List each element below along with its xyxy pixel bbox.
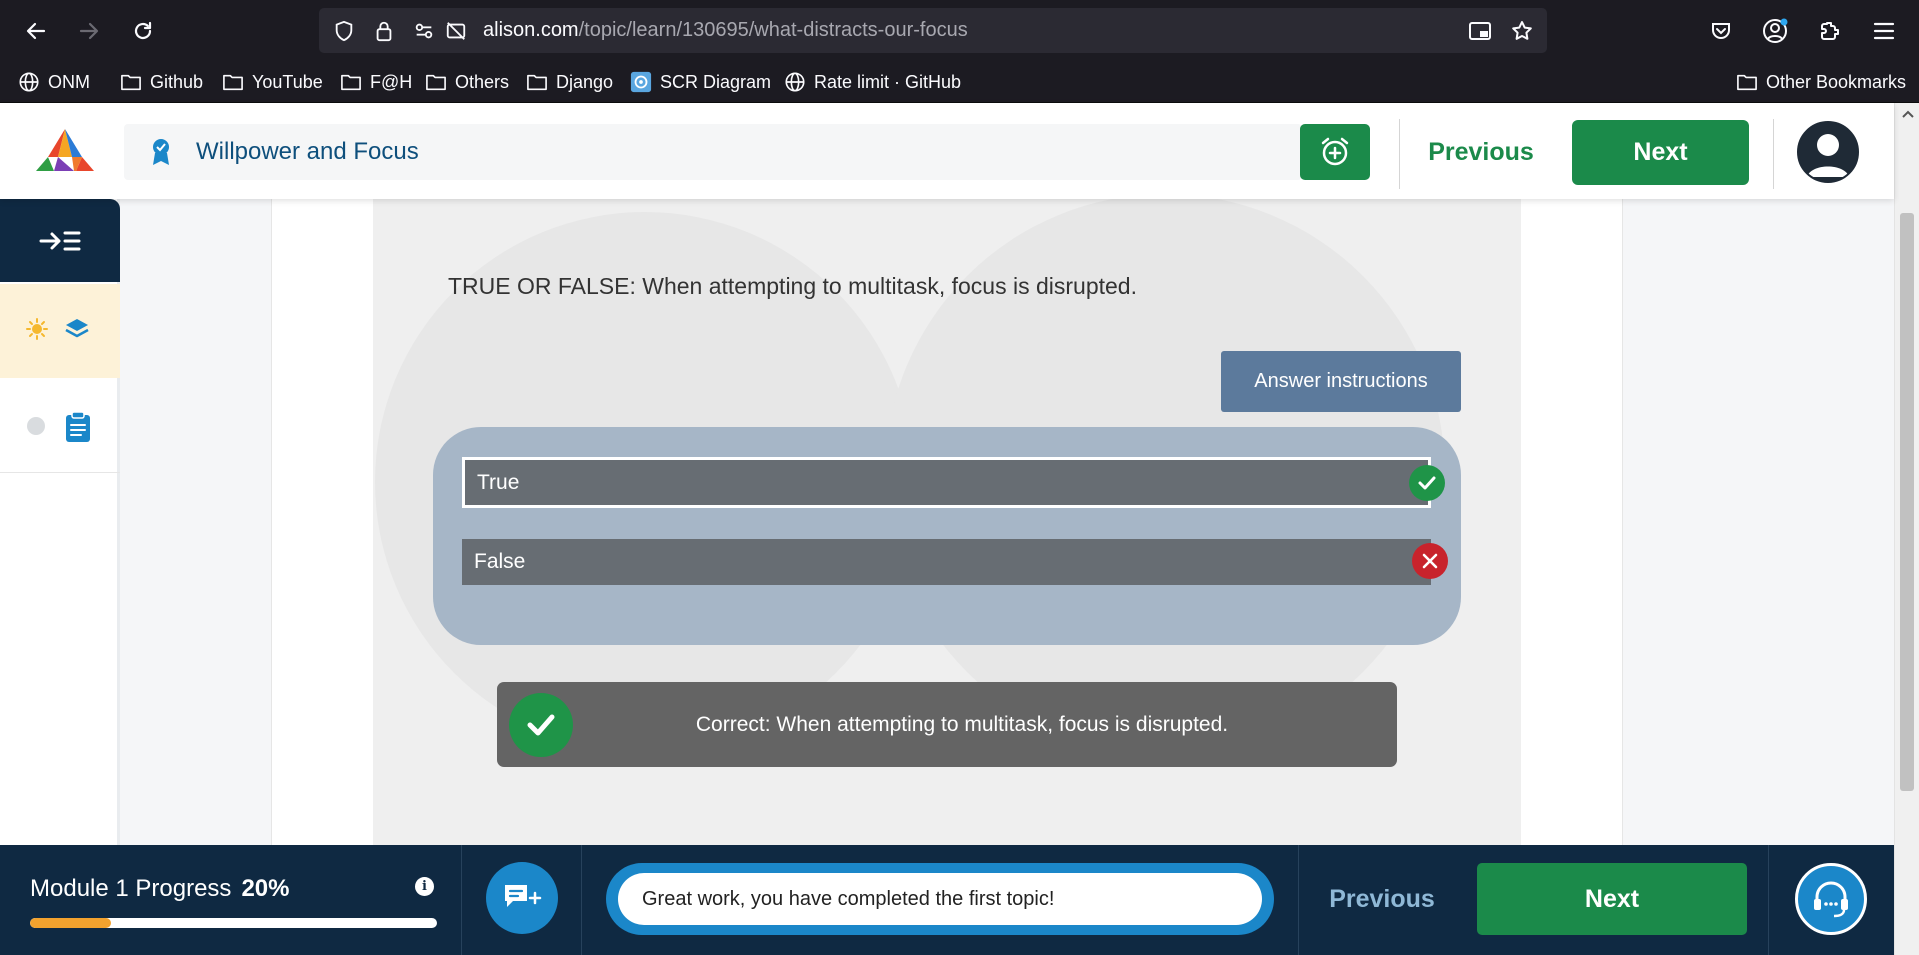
lesson-sidebar (0, 199, 120, 845)
lock-icon[interactable] (371, 18, 397, 44)
picture-in-picture-icon[interactable] (1467, 18, 1493, 44)
correct-check-icon (1409, 465, 1445, 501)
header-divider (1399, 119, 1400, 189)
other-bookmarks-label: Other Bookmarks (1766, 71, 1907, 92)
user-avatar[interactable] (1797, 121, 1859, 183)
bookmark-label: SCR Diagram (660, 71, 772, 92)
bookmark-github[interactable]: Github (120, 62, 203, 102)
completion-message-pill: Great work, you have completed the first… (606, 863, 1274, 935)
folder-icon (1737, 74, 1757, 91)
bookmark-label: F@H (370, 71, 413, 92)
clipboard-icon (66, 411, 90, 442)
bookmark-rate-limit[interactable]: Rate limit · GitHub (784, 62, 961, 102)
bookmark-onm[interactable]: ONM (18, 62, 90, 102)
question-text: TRUE OR FALSE: When attempting to multit… (448, 273, 1137, 299)
add-note-icon (505, 885, 542, 907)
module-progress-bar (30, 918, 437, 928)
expand-menu-icon (39, 231, 81, 250)
incorrect-x-icon (1412, 543, 1448, 579)
bookmark-label: Django (556, 71, 614, 92)
bookmark-label: YouTube (252, 71, 323, 92)
footer-divider (1768, 845, 1769, 955)
forward-arrow-icon[interactable] (72, 14, 106, 48)
previous-button[interactable]: Previous (1416, 121, 1546, 183)
course-title-bar: Willpower and Focus (124, 124, 1302, 180)
certificate-ribbon-icon (150, 137, 172, 172)
bookmark-label: Rate limit · GitHub (814, 71, 962, 92)
module-progress-fill (30, 918, 112, 928)
folder-icon (527, 74, 547, 91)
address-bar[interactable]: alison.com/topic/learn/130695/what-distr… (319, 8, 1547, 53)
footer-previous-button[interactable]: Previous (1310, 868, 1454, 930)
completion-message: Great work, you have completed the first… (618, 873, 1262, 925)
url-text[interactable]: alison.com/topic/learn/130695/what-distr… (483, 8, 968, 53)
module-progress-label: Module 1 Progress 20% (30, 875, 289, 903)
alarm-clock-icon (1321, 137, 1349, 166)
footer-next-button[interactable]: Next (1477, 863, 1747, 935)
account-icon[interactable] (1758, 14, 1792, 48)
course-title: Willpower and Focus (196, 138, 419, 165)
add-note-button[interactable] (486, 862, 558, 934)
sidebar-item-assessment[interactable] (0, 378, 120, 473)
bookmark-scr-diagram[interactable]: SCR Diagram (630, 62, 771, 102)
sidebar-toggle-button[interactable] (0, 199, 120, 282)
info-icon[interactable]: i (415, 877, 434, 896)
footer-divider (1298, 845, 1299, 955)
answer-option-label: True (477, 471, 520, 494)
bookmark-fah[interactable]: F@H (340, 62, 412, 102)
tracking-shield-icon[interactable] (331, 18, 357, 44)
progress-percent: 20% (241, 875, 290, 902)
feedback-text: Correct: When attempting to multitask, f… (695, 713, 1229, 736)
diagram-favicon-icon (630, 71, 652, 93)
footer-divider (461, 845, 462, 955)
bookmark-label: Others (455, 71, 510, 92)
scroll-up-arrow-icon[interactable] (1895, 109, 1919, 125)
folder-icon (121, 74, 141, 91)
folder-icon (426, 74, 446, 91)
header-divider (1773, 119, 1774, 189)
answer-instructions-button[interactable]: Answer instructions (1221, 351, 1461, 412)
reload-icon[interactable] (126, 14, 160, 48)
folder-icon (223, 74, 243, 91)
globe-icon (785, 72, 805, 92)
bookmarks-bar: ONM Github YouTube F@H Others Django SCR… (0, 62, 1919, 103)
scroll-thumb[interactable] (1900, 213, 1914, 791)
bookmark-django[interactable]: Django (526, 62, 613, 102)
answer-option-false[interactable]: False (462, 539, 1431, 585)
permissions-icon[interactable] (411, 18, 437, 44)
bookmark-star-icon[interactable] (1509, 18, 1535, 44)
back-arrow-icon[interactable] (19, 14, 53, 48)
page-scrollbar[interactable] (1894, 103, 1919, 955)
in-progress-sun-icon (26, 318, 48, 340)
bookmark-label: Github (150, 71, 204, 92)
globe-icon (19, 72, 39, 92)
answer-option-true[interactable]: True (462, 457, 1431, 508)
autoplay-blocked-icon[interactable] (443, 18, 469, 44)
support-button[interactable] (1795, 863, 1867, 935)
next-button[interactable]: Next (1572, 120, 1749, 185)
extensions-icon[interactable] (1813, 14, 1847, 48)
course-header: Willpower and Focus Previous Next (0, 103, 1894, 199)
pocket-icon[interactable] (1704, 14, 1738, 48)
bookmark-label: ONM (48, 71, 90, 92)
folder-icon (341, 74, 361, 91)
not-started-dot-icon (27, 417, 45, 435)
bookmark-youtube[interactable]: YouTube (222, 62, 323, 102)
browser-toolbar: alison.com/topic/learn/130695/what-distr… (0, 0, 1919, 62)
answer-option-label: False (474, 550, 526, 573)
footer-divider (581, 845, 582, 955)
study-reminder-button[interactable] (1300, 124, 1370, 180)
menu-hamburger-icon[interactable] (1867, 14, 1901, 48)
module-label: Module 1 Progress (30, 875, 232, 902)
alison-logo[interactable] (34, 127, 96, 173)
bookmark-others[interactable]: Others (425, 62, 509, 102)
sidebar-item-topic[interactable] (0, 284, 120, 378)
feedback-banner: Correct: When attempting to multitask, f… (497, 682, 1397, 767)
layers-icon (65, 319, 89, 338)
other-bookmarks[interactable]: Other Bookmarks (1736, 62, 1906, 102)
headset-support-icon (1814, 881, 1848, 918)
